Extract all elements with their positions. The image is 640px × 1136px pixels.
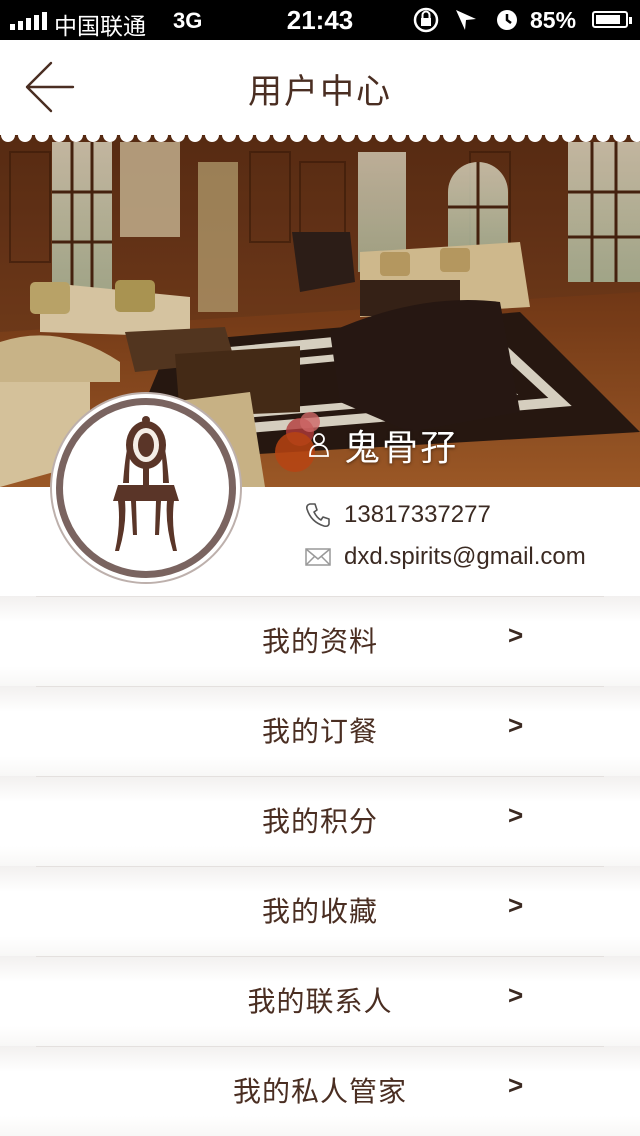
menu-item-butler[interactable]: 我的私人管家 > [0,1046,640,1136]
menu-item-label: 我的订餐 [261,715,378,748]
chevron-right-icon: > [508,980,524,1010]
divider [36,866,604,867]
menu-item-label: 我的联系人 [247,985,393,1018]
phone-number: 13817337277 [344,501,491,528]
divider [36,956,604,957]
menu-item-label: 我的收藏 [261,895,378,928]
menu-item-points[interactable]: 我的积分 > [0,776,640,866]
menu-item-contacts[interactable]: 我的联系人 > [0,956,640,1046]
divider [36,1046,604,1047]
email-row: dxd.spirits@gmail.com [304,539,586,575]
status-icons [412,6,522,40]
email-address: dxd.spirits@gmail.com [344,543,586,570]
chevron-right-icon: > [508,620,524,650]
menu-item-orders[interactable]: 我的订餐 > [0,686,640,776]
user-icon [309,433,329,457]
phone-icon [306,503,330,528]
user-menu: 我的资料 > 我的订餐 > 我的积分 > 我的收藏 > 我的联系人 > 我的私人… [0,596,640,1136]
battery-percent: 85% [530,7,577,33]
username: 鬼骨孖 [344,428,459,469]
chevron-right-icon: > [508,1070,524,1100]
location-arrow-icon [456,10,476,30]
menu-item-label: 我的私人管家 [232,1075,407,1108]
divider [36,596,604,597]
username-row: 鬼骨孖 [308,420,458,470]
battery-icon [592,11,632,28]
menu-item-favorites[interactable]: 我的收藏 > [0,866,640,956]
divider [36,776,604,777]
avatar[interactable] [56,398,236,578]
phone-row: 13817337277 [304,497,491,533]
menu-item-label: 我的积分 [261,805,378,838]
chevron-right-icon: > [508,710,524,740]
menu-item-profile[interactable]: 我的资料 > [0,596,640,686]
rotation-lock-icon [413,7,517,33]
nav-bar: 用户中心 [0,40,640,132]
chevron-right-icon: > [508,800,524,830]
divider [36,686,604,687]
menu-item-label: 我的资料 [261,625,378,658]
status-bar: 中国联通 3G 21:43 85% [0,0,640,40]
mail-icon [305,548,331,566]
scallop-border [0,132,640,142]
chair-avatar-icon [113,416,179,551]
chevron-right-icon: > [508,890,524,920]
page-title: 用户中心 [248,72,392,112]
